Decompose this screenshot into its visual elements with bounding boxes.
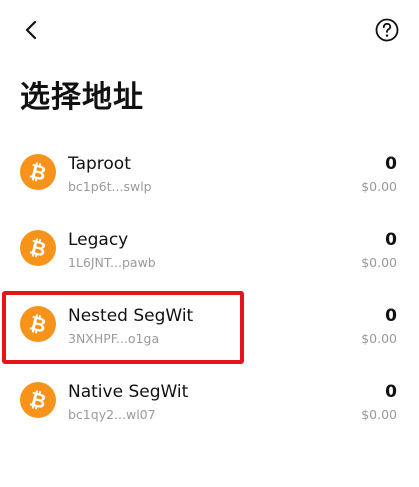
back-button[interactable] — [16, 14, 48, 46]
address-value: 3NXHPF...o1ga — [68, 331, 160, 346]
fiat-balance: $0.00 — [361, 255, 397, 270]
bitcoin-icon: ₿ — [20, 154, 56, 190]
address-value: 1L6JNT...pawb — [68, 255, 156, 270]
bitcoin-icon: ₿ — [20, 382, 56, 418]
address-row-legacy[interactable]: ₿ Legacy 1L6JNT...pawb 0 $0.00 — [0, 210, 419, 286]
balance-amount: 0 — [385, 230, 397, 250]
fiat-balance: $0.00 — [361, 407, 397, 422]
address-row-taproot[interactable]: ₿ Taproot bc1p6t...swlp 0 $0.00 — [0, 134, 419, 210]
page-title: 选择地址 — [20, 80, 144, 115]
balance-amount: 0 — [385, 154, 397, 174]
question-circle-icon — [375, 18, 399, 42]
address-type-label: Nested SegWit — [68, 306, 194, 326]
bitcoin-icon: ₿ — [20, 230, 56, 266]
address-value: bc1qy2...wl07 — [68, 407, 156, 422]
fiat-balance: $0.00 — [361, 331, 397, 346]
address-list: ₿ Taproot bc1p6t...swlp 0 $0.00 ₿ Legacy… — [0, 134, 419, 438]
help-button[interactable] — [371, 14, 403, 46]
balance-amount: 0 — [385, 306, 397, 326]
address-type-label: Native SegWit — [68, 382, 189, 402]
fiat-balance: $0.00 — [361, 179, 397, 194]
address-type-label: Taproot — [68, 154, 131, 174]
top-bar — [0, 0, 419, 56]
address-value: bc1p6t...swlp — [68, 179, 152, 194]
bitcoin-icon: ₿ — [20, 306, 56, 342]
address-type-label: Legacy — [68, 230, 129, 250]
address-row-native-segwit[interactable]: ₿ Native SegWit bc1qy2...wl07 0 $0.00 — [0, 362, 419, 438]
balance-amount: 0 — [385, 382, 397, 402]
chevron-left-icon — [25, 20, 37, 40]
address-row-nested-segwit[interactable]: ₿ Nested SegWit 3NXHPF...o1ga 0 $0.00 — [0, 286, 419, 362]
